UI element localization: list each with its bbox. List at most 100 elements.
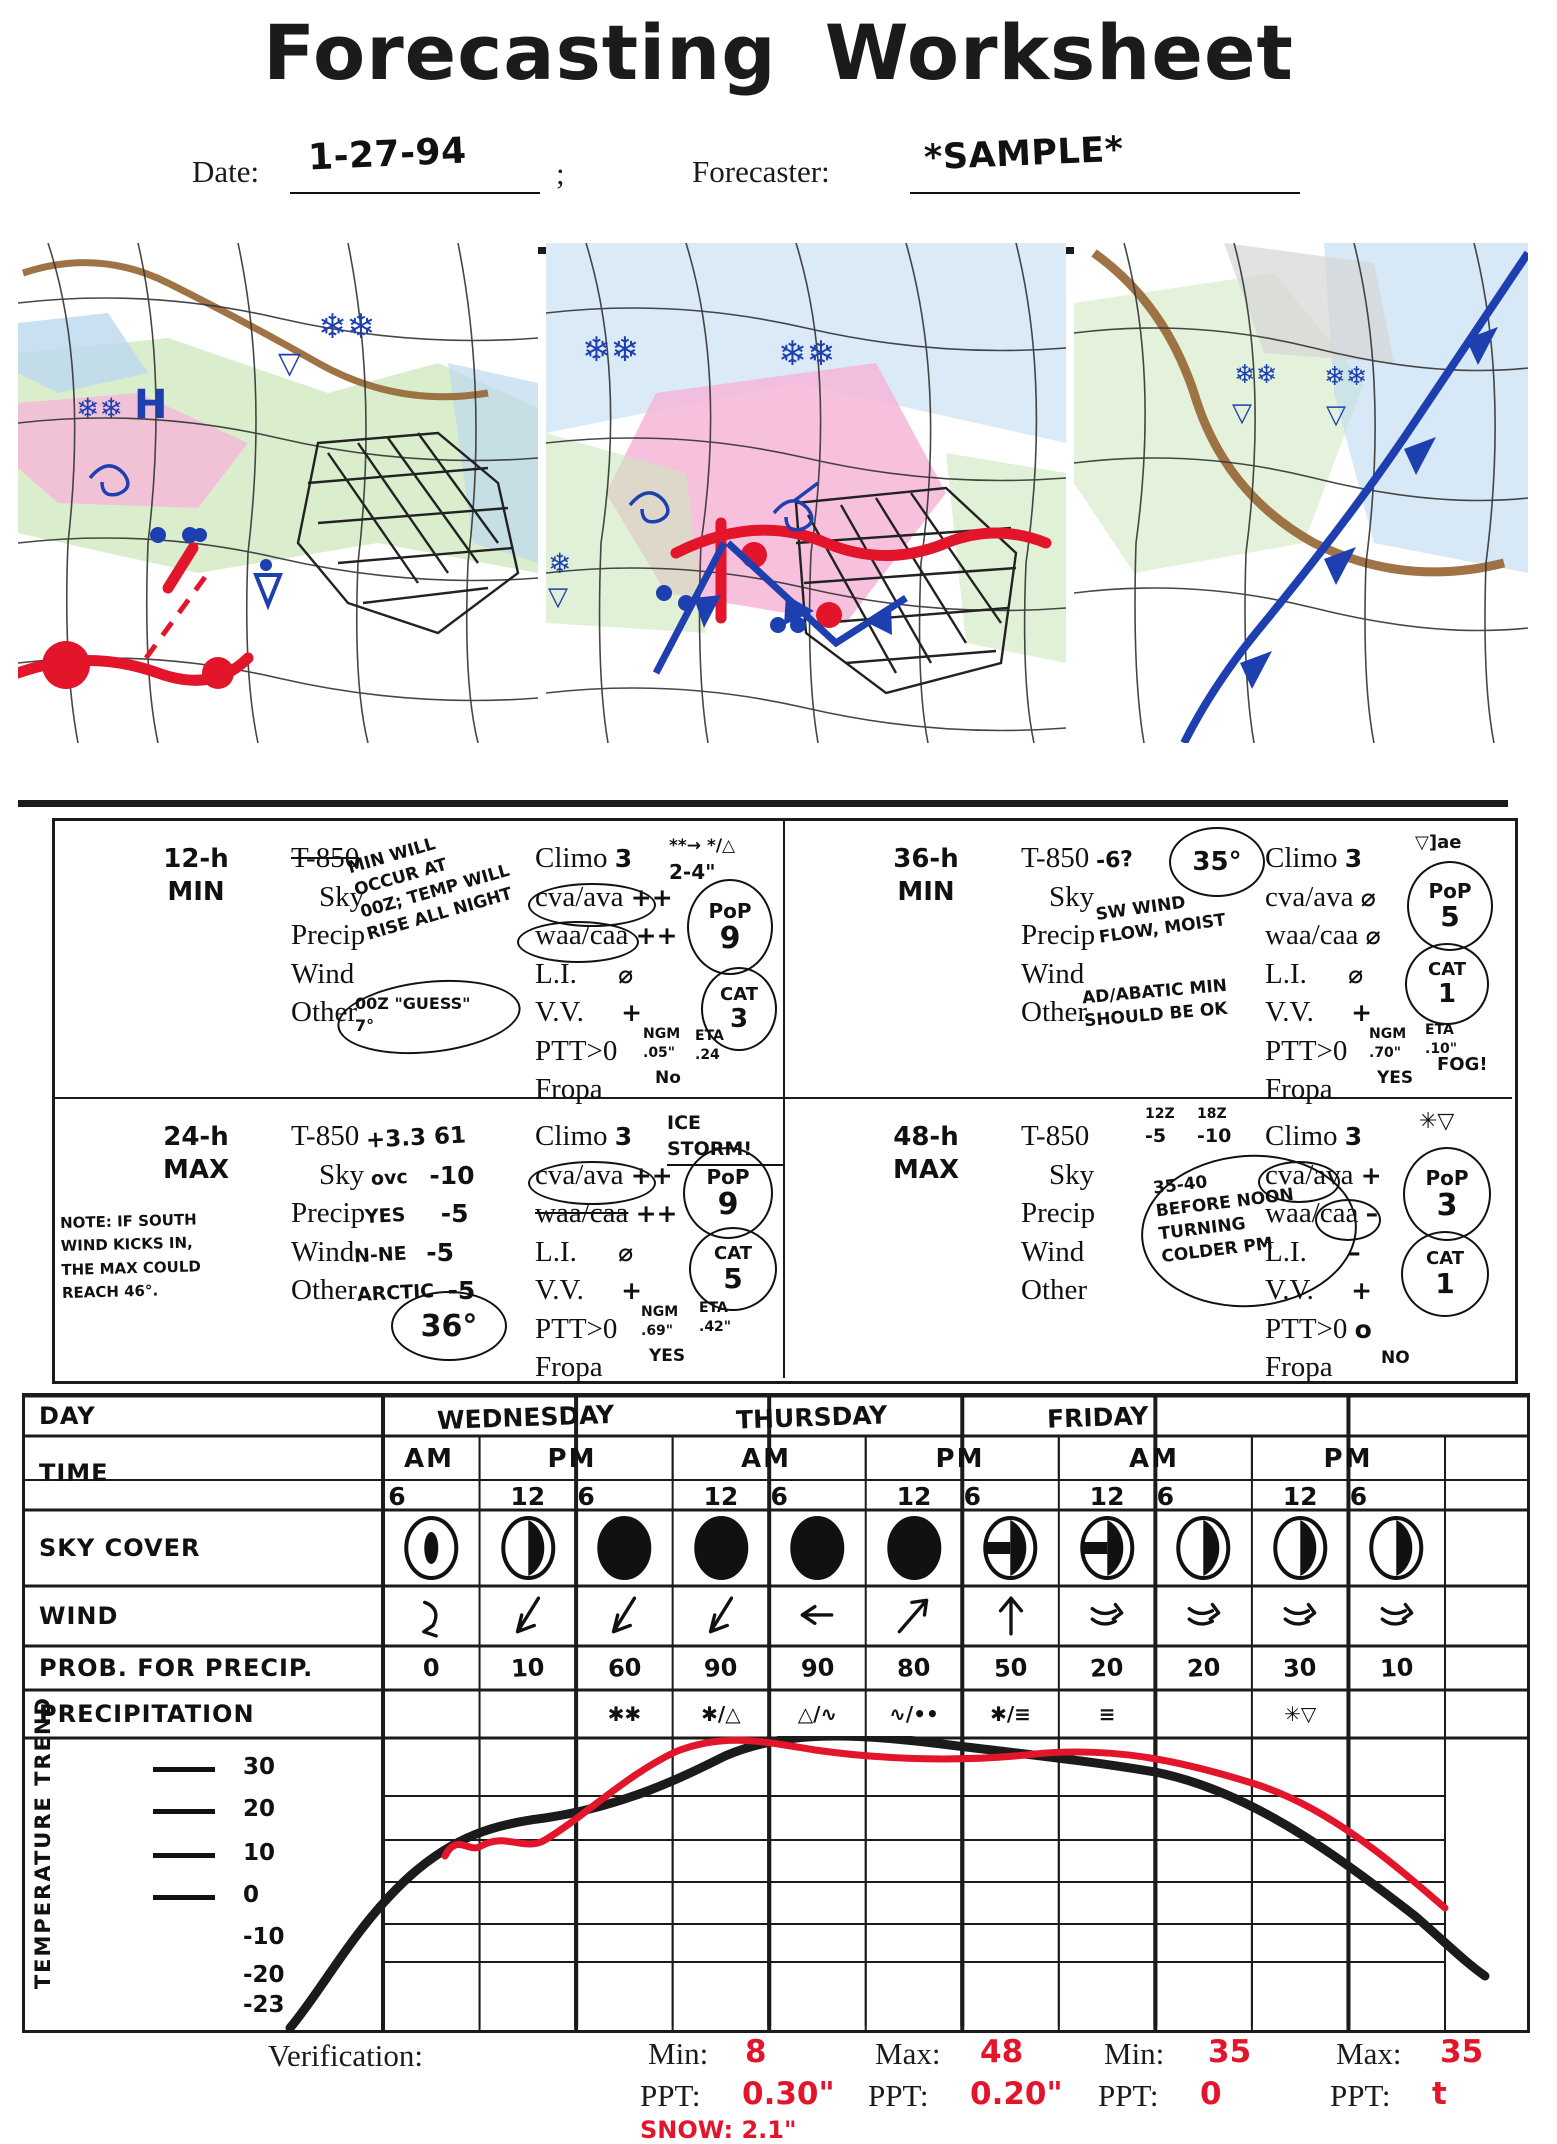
wind-arrow-cell[interactable]: [1155, 1588, 1252, 1644]
map-panel-15z-surface[interactable]: H ❄❄ ❄❄ ▽ 15Z Surface Today: [18, 243, 538, 743]
map-panel-48h-surface[interactable]: ❄❄ ▽ ❄❄ ▽ 48-h 12Z Surface: [1074, 243, 1528, 743]
pop-cell[interactable]: 10: [1348, 1648, 1445, 1688]
svg-text:❄❄: ❄❄: [778, 334, 835, 374]
sky-cover-cell[interactable]: [383, 1512, 480, 1584]
sky-cover-cell[interactable]: [1348, 1512, 1445, 1584]
wind-arrow-cell[interactable]: [866, 1588, 963, 1644]
sky-cover-cell[interactable]: [962, 1512, 1059, 1584]
precip-symbol-cell[interactable]: [1348, 1692, 1445, 1736]
ptt-ngm-36h: NGM .70": [1369, 1026, 1407, 1061]
cat-badge-36h: CAT 1: [1405, 943, 1489, 1025]
forecast-box-12h-min[interactable]: 12-h MIN T-850 Sky Precip Wind Other MIN…: [55, 821, 785, 1105]
svg-text:▽: ▽: [548, 582, 568, 612]
map-panel-24h-surface[interactable]: ❄❄ ❄❄ ❄ ▽ 24-h 12Z Surface: [546, 243, 1066, 743]
surface-map-strip: H ❄❄ ❄❄ ▽ 15Z Surface Today: [18, 243, 1528, 763]
pop-cell[interactable]: 30: [1252, 1648, 1349, 1688]
hour-label-3: 12: [703, 1481, 739, 1511]
top-note-48h: ✳▽: [1419, 1109, 1455, 1134]
hour-label-8: 6: [1156, 1481, 1175, 1511]
map-15z-graphic: H ❄❄ ❄❄ ▽: [18, 243, 538, 743]
svg-text:❄❄: ❄❄: [1234, 360, 1278, 390]
sky-cover-cell[interactable]: [769, 1512, 866, 1584]
circle-caa-48h: [1315, 1199, 1381, 1241]
forecaster-field[interactable]: *SAMPLE*: [910, 130, 1300, 194]
sky-cover-cell[interactable]: [1252, 1512, 1349, 1584]
wind-arrow-cell[interactable]: [769, 1588, 866, 1644]
date-field[interactable]: 1-27-94: [290, 131, 540, 194]
sky-cover-cell[interactable]: [866, 1512, 963, 1584]
svg-text:❄❄: ❄❄: [318, 307, 375, 347]
row-label-day: DAY: [39, 1402, 96, 1430]
map-24h-graphic: ❄❄ ❄❄ ❄ ▽: [546, 243, 1066, 743]
precip-symbol-cell[interactable]: ✱/△: [673, 1692, 770, 1736]
sky-cover-cell[interactable]: [673, 1512, 770, 1584]
sky-cover-cell[interactable]: [576, 1512, 673, 1584]
precip-symbol-cell[interactable]: ≡: [1059, 1692, 1156, 1736]
forecast-box-36h-min[interactable]: 36-h MIN T-850 -6? Sky Precip Wind Other…: [785, 821, 1512, 1105]
field-precip: PrecipYES -5: [291, 1197, 469, 1230]
wind-arrow-cell[interactable]: [1348, 1588, 1445, 1644]
ptt-ngm-24h: NGM .69": [641, 1304, 679, 1339]
forecast-box-24h-max[interactable]: 24-h MAX NOTE: IF SOUTH WIND KICKS IN, T…: [55, 1099, 785, 1383]
forecaster-value: *SAMPLE*: [923, 129, 1125, 179]
verif-3-value: 35: [1440, 2034, 1484, 2070]
pop-cell[interactable]: 10: [480, 1648, 577, 1688]
wind-arrow-cell[interactable]: [1252, 1588, 1349, 1644]
wind-arrow-cell[interactable]: [480, 1588, 577, 1644]
forecast-box-48h-max[interactable]: 48-h MAX T-850 Sky Precip Wind Other 12Z…: [785, 1099, 1512, 1383]
forecast-box-tag-36h: 36-h MIN: [893, 844, 959, 907]
pop-cell[interactable]: 90: [769, 1648, 866, 1688]
cat-badge-24h: CAT 5: [689, 1227, 777, 1311]
wind-arrow-cell[interactable]: [383, 1588, 480, 1644]
verif-1-label: Max:: [875, 2036, 941, 2071]
forecast-left-column-24h: T-850 +3.3 61 Sky ovc -10 PrecipYES -5 W…: [291, 1117, 541, 1310]
precip-symbol-cell[interactable]: △/∿: [769, 1692, 866, 1736]
pop-cell[interactable]: 50: [962, 1648, 1059, 1688]
verif-3-ppt-label: PPT:: [1330, 2078, 1391, 2113]
pop-cell[interactable]: 20: [1059, 1648, 1156, 1688]
forecast-grid-table[interactable]: DAY TIME SKY COVER WIND PROB. FOR PRECIP…: [22, 1393, 1530, 2033]
pop-badge-12h: PoP 9: [687, 879, 773, 975]
precip-symbol-cell[interactable]: [1155, 1692, 1252, 1736]
hour-label-6: 6: [963, 1481, 981, 1511]
hour-label-9: 12: [1282, 1481, 1318, 1511]
fropa-value-48h: NO: [1381, 1348, 1410, 1368]
wind-arrow-cell[interactable]: [673, 1588, 770, 1644]
pop-cell[interactable]: 20: [1155, 1648, 1252, 1688]
sky-cover-cell[interactable]: [1059, 1512, 1156, 1584]
pop-cell[interactable]: 60: [576, 1648, 673, 1688]
precip-symbol-cell[interactable]: ✱✱: [576, 1692, 673, 1736]
date-forecaster-bar: Date: 1-27-94 ; Forecaster: *SAMPLE*: [0, 130, 1557, 200]
hour-label-7: 12: [1089, 1481, 1125, 1511]
ampm-5: PM: [1323, 1444, 1373, 1474]
fropa-value-24h: YES: [649, 1346, 686, 1366]
sky-cover-cell[interactable]: [480, 1512, 577, 1584]
precip-symbol-cell[interactable]: ✳▽: [1252, 1692, 1349, 1736]
sky-cover-cell[interactable]: [1155, 1512, 1252, 1584]
wind-arrow-cell[interactable]: [962, 1588, 1059, 1644]
precip-symbol-cell[interactable]: ✱/≡: [962, 1692, 1059, 1736]
ampm-3: PM: [935, 1444, 985, 1474]
svg-text:▽: ▽: [278, 346, 301, 381]
hour-label-10: 6: [1349, 1481, 1368, 1511]
cat-badge-12h: CAT 3: [701, 967, 777, 1051]
precip-symbol-cell[interactable]: [383, 1692, 480, 1736]
ampm-2: AM: [741, 1444, 791, 1474]
day-header-friday: FRIDAY: [1046, 1400, 1150, 1434]
field-t850: T-850 +3.3 61: [291, 1120, 468, 1154]
verif-0-ppt-value: 0.30": [742, 2076, 835, 2112]
pop-badge-48h: PoP 3: [1403, 1147, 1491, 1241]
precip-symbol-cell[interactable]: [480, 1692, 577, 1736]
pop-cell[interactable]: 80: [866, 1648, 963, 1688]
pop-cell[interactable]: 0: [383, 1648, 480, 1688]
verif-0-value: 8: [745, 2034, 767, 2070]
margin-note-24h: NOTE: IF SOUTH WIND KICKS IN, THE MAX CO…: [59, 1210, 202, 1302]
forecast-box-tag-48h: 48-h MAX: [892, 1122, 960, 1185]
verification-label: Verification:: [268, 2038, 423, 2073]
day-header-wednesday: WEDNESDAY: [436, 1399, 616, 1435]
precip-symbol-cell[interactable]: ∿/••: [866, 1692, 963, 1736]
wind-arrow-cell[interactable]: [576, 1588, 673, 1644]
verif-0-label: Min:: [648, 2036, 709, 2071]
wind-arrow-cell[interactable]: [1059, 1588, 1156, 1644]
pop-cell[interactable]: 90: [673, 1648, 770, 1688]
